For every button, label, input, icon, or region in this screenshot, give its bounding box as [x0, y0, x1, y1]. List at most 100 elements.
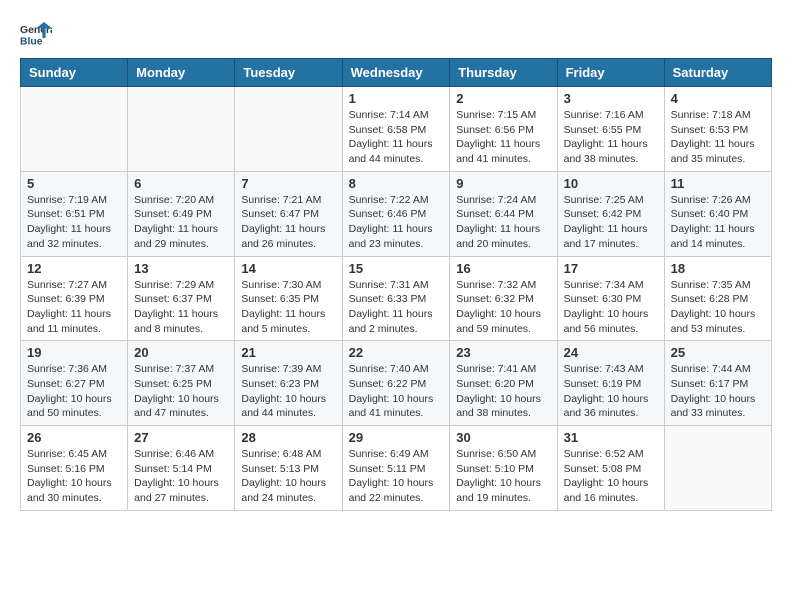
day-number: 8 [349, 176, 444, 191]
day-number: 5 [27, 176, 121, 191]
logo: General Blue [20, 20, 52, 48]
day-info: Sunrise: 7:20 AM Sunset: 6:49 PM Dayligh… [134, 193, 228, 252]
calendar-cell: 24Sunrise: 7:43 AM Sunset: 6:19 PM Dayli… [557, 341, 664, 426]
calendar-cell: 25 Sunrise: 7:44 AM Sunset: 6:17 PM Dayli… [664, 341, 771, 426]
calendar-cell: 14 Sunrise: 7:30 AM Sunset: 6:35 PM Dayli… [235, 256, 342, 341]
day-info: Sunrise: 7:40 AM Sunset: 6:22 PM Dayligh… [349, 362, 444, 421]
day-info: Sunrise: 7:44 AM Sunset: 6:17 PM Dayligh… [671, 362, 765, 421]
day-info: Sunrise: 7:14 AM Sunset: 6:58 PM Dayligh… [349, 108, 444, 167]
day-info: Sunrise: 7:16 AM Sunset: 6:55 PM Dayligh… [564, 108, 658, 167]
day-info: Sunrise: 7:34 AM Sunset: 6:30 PM Dayligh… [564, 278, 658, 337]
calendar-cell: 8 Sunrise: 7:22 AM Sunset: 6:46 PM Daylig… [342, 171, 450, 256]
calendar-header-sunday: Sunday [21, 59, 128, 87]
day-number: 15 [349, 261, 444, 276]
day-number: 22 [349, 345, 444, 360]
calendar-week-row: 19 Sunrise: 7:36 AM Sunset: 6:27 PM Dayli… [21, 341, 772, 426]
calendar-cell: 17 Sunrise: 7:34 AM Sunset: 6:30 PM Dayli… [557, 256, 664, 341]
day-number: 25 [671, 345, 765, 360]
calendar-week-row: 5 Sunrise: 7:19 AM Sunset: 6:51 PM Daylig… [21, 171, 772, 256]
day-number: 12 [27, 261, 121, 276]
day-info: Sunrise: 7:18 AM Sunset: 6:53 PM Dayligh… [671, 108, 765, 167]
calendar-header-tuesday: Tuesday [235, 59, 342, 87]
day-info: Sunrise: 7:32 AM Sunset: 6:32 PM Dayligh… [456, 278, 550, 337]
calendar-header-thursday: Thursday [450, 59, 557, 87]
calendar-cell: 6 Sunrise: 7:20 AM Sunset: 6:49 PM Daylig… [128, 171, 235, 256]
calendar-week-row: 12 Sunrise: 7:27 AM Sunset: 6:39 PM Dayli… [21, 256, 772, 341]
day-info: Sunrise: 7:37 AM Sunset: 6:25 PM Dayligh… [134, 362, 228, 421]
calendar-cell: 28 Sunrise: 6:48 AM Sunset: 5:13 PM Dayli… [235, 426, 342, 511]
day-number: 29 [349, 430, 444, 445]
calendar-cell: 19 Sunrise: 7:36 AM Sunset: 6:27 PM Dayli… [21, 341, 128, 426]
day-number: 17 [564, 261, 658, 276]
day-info: Sunrise: 7:36 AM Sunset: 6:27 PM Dayligh… [27, 362, 121, 421]
calendar-header-row: SundayMondayTuesdayWednesdayThursdayFrid… [21, 59, 772, 87]
day-number: 28 [241, 430, 335, 445]
calendar-cell [21, 87, 128, 172]
day-number: 2 [456, 91, 550, 106]
calendar-cell: 10 Sunrise: 7:25 AM Sunset: 6:42 PM Dayli… [557, 171, 664, 256]
day-info: Sunrise: 7:31 AM Sunset: 6:33 PM Dayligh… [349, 278, 444, 337]
day-number: 13 [134, 261, 228, 276]
calendar-cell: 12 Sunrise: 7:27 AM Sunset: 6:39 PM Dayli… [21, 256, 128, 341]
calendar-cell [235, 87, 342, 172]
calendar-cell: 7 Sunrise: 7:21 AM Sunset: 6:47 PM Daylig… [235, 171, 342, 256]
day-number: 20 [134, 345, 228, 360]
day-number: 23 [456, 345, 550, 360]
day-number: 14 [241, 261, 335, 276]
day-info: Sunrise: 7:39 AM Sunset: 6:23 PM Dayligh… [241, 362, 335, 421]
day-number: 10 [564, 176, 658, 191]
calendar-cell: 1 Sunrise: 7:14 AM Sunset: 6:58 PM Daylig… [342, 87, 450, 172]
day-info: Sunrise: 7:24 AM Sunset: 6:44 PM Dayligh… [456, 193, 550, 252]
calendar-cell: 13 Sunrise: 7:29 AM Sunset: 6:37 PM Dayli… [128, 256, 235, 341]
day-number: 1 [349, 91, 444, 106]
calendar-cell: 21 Sunrise: 7:39 AM Sunset: 6:23 PM Dayli… [235, 341, 342, 426]
day-number: 21 [241, 345, 335, 360]
calendar-header-saturday: Saturday [664, 59, 771, 87]
calendar-cell [128, 87, 235, 172]
calendar-cell: 11Sunrise: 7:26 AM Sunset: 6:40 PM Dayli… [664, 171, 771, 256]
header: General Blue [20, 20, 772, 48]
day-info: Sunrise: 7:35 AM Sunset: 6:28 PM Dayligh… [671, 278, 765, 337]
calendar-cell: 4 Sunrise: 7:18 AM Sunset: 6:53 PM Daylig… [664, 87, 771, 172]
day-info: Sunrise: 6:52 AM Sunset: 5:08 PM Dayligh… [564, 447, 658, 506]
calendar-header-monday: Monday [128, 59, 235, 87]
day-info: Sunrise: 6:50 AM Sunset: 5:10 PM Dayligh… [456, 447, 550, 506]
calendar-cell: 26Sunrise: 6:45 AM Sunset: 5:16 PM Dayli… [21, 426, 128, 511]
calendar-cell: 9Sunrise: 7:24 AM Sunset: 6:44 PM Daylig… [450, 171, 557, 256]
calendar-cell: 3Sunrise: 7:16 AM Sunset: 6:55 PM Daylig… [557, 87, 664, 172]
day-info: Sunrise: 7:30 AM Sunset: 6:35 PM Dayligh… [241, 278, 335, 337]
day-number: 26 [27, 430, 121, 445]
day-number: 30 [456, 430, 550, 445]
day-number: 18 [671, 261, 765, 276]
calendar-cell: 20 Sunrise: 7:37 AM Sunset: 6:25 PM Dayli… [128, 341, 235, 426]
calendar-week-row: 1 Sunrise: 7:14 AM Sunset: 6:58 PM Daylig… [21, 87, 772, 172]
day-info: Sunrise: 7:21 AM Sunset: 6:47 PM Dayligh… [241, 193, 335, 252]
calendar-table: SundayMondayTuesdayWednesdayThursdayFrid… [20, 58, 772, 511]
day-info: Sunrise: 6:48 AM Sunset: 5:13 PM Dayligh… [241, 447, 335, 506]
day-info: Sunrise: 7:27 AM Sunset: 6:39 PM Dayligh… [27, 278, 121, 337]
day-info: Sunrise: 7:41 AM Sunset: 6:20 PM Dayligh… [456, 362, 550, 421]
day-number: 19 [27, 345, 121, 360]
calendar-header-friday: Friday [557, 59, 664, 87]
day-info: Sunrise: 7:22 AM Sunset: 6:46 PM Dayligh… [349, 193, 444, 252]
generalblue-icon: General Blue [20, 20, 52, 48]
day-info: Sunrise: 7:25 AM Sunset: 6:42 PM Dayligh… [564, 193, 658, 252]
day-number: 11 [671, 176, 765, 191]
day-info: Sunrise: 6:49 AM Sunset: 5:11 PM Dayligh… [349, 447, 444, 506]
day-number: 4 [671, 91, 765, 106]
calendar-cell: 2Sunrise: 7:15 AM Sunset: 6:56 PM Daylig… [450, 87, 557, 172]
day-number: 31 [564, 430, 658, 445]
calendar-week-row: 26Sunrise: 6:45 AM Sunset: 5:16 PM Dayli… [21, 426, 772, 511]
day-info: Sunrise: 7:29 AM Sunset: 6:37 PM Dayligh… [134, 278, 228, 337]
calendar-cell: 31 Sunrise: 6:52 AM Sunset: 5:08 PM Dayli… [557, 426, 664, 511]
day-number: 6 [134, 176, 228, 191]
calendar-cell: 23 Sunrise: 7:41 AM Sunset: 6:20 PM Dayli… [450, 341, 557, 426]
calendar-cell: 30 Sunrise: 6:50 AM Sunset: 5:10 PM Dayli… [450, 426, 557, 511]
day-number: 16 [456, 261, 550, 276]
calendar-cell: 22 Sunrise: 7:40 AM Sunset: 6:22 PM Dayli… [342, 341, 450, 426]
svg-text:Blue: Blue [20, 36, 43, 47]
day-info: Sunrise: 6:46 AM Sunset: 5:14 PM Dayligh… [134, 447, 228, 506]
day-number: 7 [241, 176, 335, 191]
day-info: Sunrise: 7:19 AM Sunset: 6:51 PM Dayligh… [27, 193, 121, 252]
calendar-cell: 5 Sunrise: 7:19 AM Sunset: 6:51 PM Daylig… [21, 171, 128, 256]
